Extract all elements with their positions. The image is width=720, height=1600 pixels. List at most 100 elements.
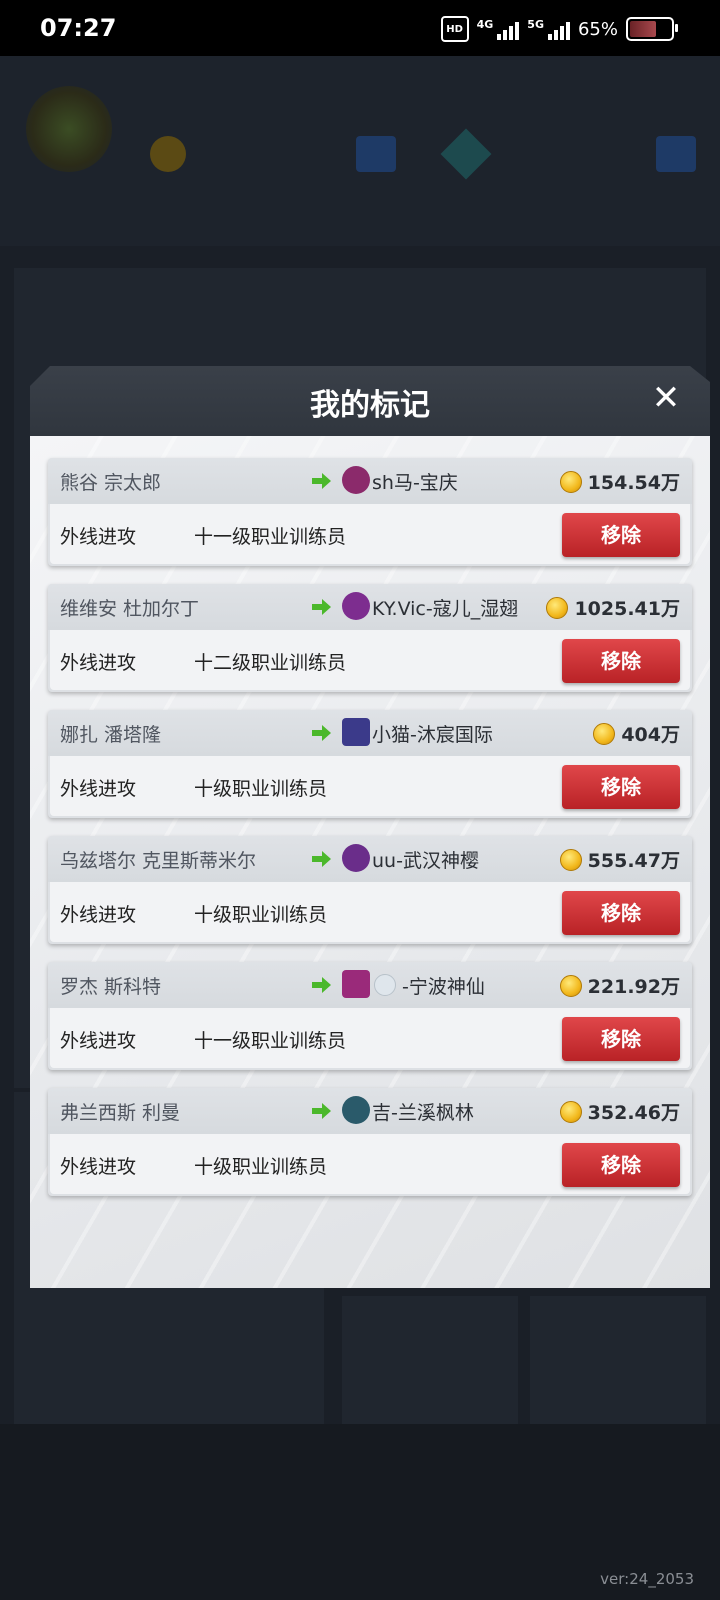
coin-icon bbox=[559, 974, 582, 997]
price-value: 352.46万 bbox=[587, 1102, 680, 1124]
player-name[interactable]: 维维安 杜加尔丁 bbox=[60, 594, 199, 621]
team-logo-icon bbox=[342, 718, 370, 746]
remove-button[interactable]: 移除 bbox=[562, 1017, 680, 1061]
price: 555.47万 bbox=[559, 846, 680, 873]
trainer-level: 十级职业训练员 bbox=[194, 904, 328, 926]
price-value: 555.47万 bbox=[587, 850, 680, 872]
price-value: 221.92万 bbox=[587, 976, 680, 998]
trainer-level: 十一级职业训练员 bbox=[194, 526, 347, 548]
card-header: 乌兹塔尔 克里斯蒂米尔 uu-武汉神樱 555.47万 bbox=[48, 836, 692, 882]
mark-card: 罗杰 斯科特 -宁波神仙 221.92万 外线进攻 十一级职业训练员 移除 bbox=[48, 962, 692, 1070]
arrow-right-icon bbox=[312, 599, 331, 615]
team-name[interactable]: -宁波神仙 bbox=[402, 972, 485, 999]
trainer-level: 十级职业训练员 bbox=[194, 778, 328, 800]
network-4g-label: 4G bbox=[476, 18, 494, 31]
status-time: 07:27 bbox=[40, 14, 117, 42]
card-body: 外线进攻 十级职业训练员 移除 bbox=[50, 882, 690, 942]
player-name[interactable]: 弗兰西斯 利曼 bbox=[60, 1098, 180, 1125]
my-marks-modal: 我的标记 ✕ 熊谷 宗太郎 sh马-宝庆 154.54万 外线进攻 十一级职业训… bbox=[30, 366, 710, 1288]
mark-card: 维维安 杜加尔丁 KY.Vic-寇儿_湿翅 1025.41万 外线进攻 十二级职… bbox=[48, 584, 692, 692]
bg-plus-icon bbox=[356, 136, 396, 172]
player-position: 外线进攻 bbox=[60, 1030, 137, 1052]
card-header: 罗杰 斯科特 -宁波神仙 221.92万 bbox=[48, 962, 692, 1008]
card-body: 外线进攻 十级职业训练员 移除 bbox=[50, 756, 690, 816]
coin-icon bbox=[546, 596, 569, 619]
mark-card: 乌兹塔尔 克里斯蒂米尔 uu-武汉神樱 555.47万 外线进攻 十级职业训练员… bbox=[48, 836, 692, 944]
team-logo-icon bbox=[342, 592, 370, 620]
status-icons: HD 4G 5G 65% bbox=[440, 16, 678, 42]
trainer-level: 十级职业训练员 bbox=[194, 1156, 328, 1178]
player-name[interactable]: 罗杰 斯科特 bbox=[60, 972, 161, 999]
signal-4g-icon: 4G bbox=[477, 18, 520, 40]
modal-body: 熊谷 宗太郎 sh马-宝庆 154.54万 外线进攻 十一级职业训练员 移除 维… bbox=[30, 436, 710, 1288]
card-body: 外线进攻 十二级职业训练员 移除 bbox=[50, 630, 690, 690]
signal-5g-icon: 5G bbox=[527, 18, 570, 40]
price: 352.46万 bbox=[559, 1098, 680, 1125]
price: 1025.41万 bbox=[546, 594, 680, 621]
price: 221.92万 bbox=[559, 972, 680, 999]
card-body: 外线进攻 十级职业训练员 移除 bbox=[50, 1134, 690, 1194]
team-name[interactable]: KY.Vic-寇儿_湿翅 bbox=[372, 594, 518, 621]
remove-button[interactable]: 移除 bbox=[562, 513, 680, 557]
price-value: 404万 bbox=[621, 724, 680, 746]
card-header: 娜扎 潘塔隆 小猫-沐宸国际 404万 bbox=[48, 710, 692, 756]
remove-button[interactable]: 移除 bbox=[562, 891, 680, 935]
price-value: 1025.41万 bbox=[574, 598, 680, 620]
team-name[interactable]: uu-武汉神樱 bbox=[372, 846, 479, 873]
trainer-level: 十一级职业训练员 bbox=[194, 1030, 347, 1052]
player-position: 外线进攻 bbox=[60, 526, 137, 548]
price: 404万 bbox=[593, 720, 680, 747]
close-button[interactable]: ✕ bbox=[646, 378, 686, 418]
team-logo-icon bbox=[342, 466, 370, 494]
card-body: 外线进攻 十一级职业训练员 移除 bbox=[50, 1008, 690, 1068]
version-label: ver:24_2053 bbox=[600, 1570, 694, 1588]
mark-card: 弗兰西斯 利曼 吉-兰溪枫林 352.46万 外线进攻 十级职业训练员 移除 bbox=[48, 1088, 692, 1196]
network-5g-label: 5G bbox=[527, 18, 544, 31]
player-position: 外线进攻 bbox=[60, 904, 137, 926]
team-logo-icon bbox=[342, 844, 370, 872]
mark-card: 熊谷 宗太郎 sh马-宝庆 154.54万 外线进攻 十一级职业训练员 移除 bbox=[48, 458, 692, 566]
player-name[interactable]: 熊谷 宗太郎 bbox=[60, 468, 161, 495]
mark-card: 娜扎 潘塔隆 小猫-沐宸国际 404万 外线进攻 十级职业训练员 移除 bbox=[48, 710, 692, 818]
remove-button[interactable]: 移除 bbox=[562, 765, 680, 809]
team-logo-icon bbox=[342, 1096, 370, 1124]
player-position: 外线进攻 bbox=[60, 1156, 137, 1178]
card-body: 外线进攻 十一级职业训练员 移除 bbox=[50, 504, 690, 564]
card-header: 弗兰西斯 利曼 吉-兰溪枫林 352.46万 bbox=[48, 1088, 692, 1134]
card-header: 熊谷 宗太郎 sh马-宝庆 154.54万 bbox=[48, 458, 692, 504]
bg-tab-bar: ver:24_2053 bbox=[0, 1424, 720, 1600]
battery-icon bbox=[626, 17, 678, 41]
coin-icon bbox=[559, 470, 582, 493]
team-name[interactable]: 小猫-沐宸国际 bbox=[372, 720, 493, 747]
trainer-level: 十二级职业训练员 bbox=[194, 652, 347, 674]
remove-button[interactable]: 移除 bbox=[562, 1143, 680, 1187]
remove-button[interactable]: 移除 bbox=[562, 639, 680, 683]
arrow-right-icon bbox=[312, 1103, 331, 1119]
bg-club-logo-icon bbox=[26, 86, 112, 172]
battery-percent: 65% bbox=[577, 18, 618, 40]
player-name[interactable]: 乌兹塔尔 克里斯蒂米尔 bbox=[60, 846, 256, 873]
coin-icon bbox=[559, 848, 582, 871]
arrow-right-icon bbox=[312, 473, 331, 489]
card-header: 维维安 杜加尔丁 KY.Vic-寇儿_湿翅 1025.41万 bbox=[48, 584, 692, 630]
modal-title: 我的标记 bbox=[310, 388, 430, 423]
hd-icon: HD bbox=[440, 16, 469, 42]
arrow-right-icon bbox=[312, 977, 331, 993]
coin-icon bbox=[559, 1100, 582, 1123]
player-position: 外线进攻 bbox=[60, 652, 137, 674]
coin-icon bbox=[593, 722, 616, 745]
status-bar: 07:27 HD 4G 5G 65% bbox=[0, 0, 720, 56]
bg-plus-icon-2 bbox=[656, 136, 696, 172]
price: 154.54万 bbox=[559, 468, 680, 495]
team-name[interactable]: 吉-兰溪枫林 bbox=[372, 1098, 474, 1125]
bg-diamond-icon bbox=[440, 128, 492, 180]
arrow-right-icon bbox=[312, 725, 331, 741]
team-name[interactable]: sh马-宝庆 bbox=[372, 468, 458, 495]
bg-header bbox=[0, 56, 720, 246]
team-badge-icon bbox=[374, 974, 396, 996]
arrow-right-icon bbox=[312, 851, 331, 867]
bg-coin-icon bbox=[150, 136, 186, 172]
player-name[interactable]: 娜扎 潘塔隆 bbox=[60, 720, 161, 747]
player-position: 外线进攻 bbox=[60, 778, 137, 800]
mark-list: 熊谷 宗太郎 sh马-宝庆 154.54万 外线进攻 十一级职业训练员 移除 维… bbox=[48, 458, 692, 1214]
